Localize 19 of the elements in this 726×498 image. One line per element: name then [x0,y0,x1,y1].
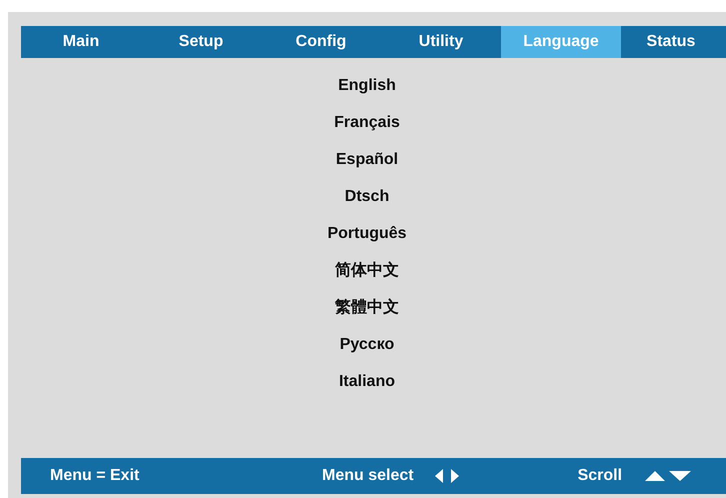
language-option[interactable]: English [334,76,400,113]
menu-tab[interactable]: Main [21,26,141,58]
language-option[interactable]: Русско [336,335,398,372]
language-option[interactable]: Italiano [334,372,399,409]
language-option[interactable]: 简体中文 [331,261,403,298]
language-option[interactable]: Dtsch [340,187,394,224]
language-option[interactable]: Español [332,150,402,187]
exit-hint: Menu = Exit [50,467,140,485]
select-hint: Menu select [322,467,414,485]
left-right-arrows-icon [434,468,460,484]
menu-tab[interactable]: Utility [381,26,501,58]
menu-tab[interactable]: Config [261,26,381,58]
language-option[interactable]: Français [330,113,404,150]
up-down-arrows-icon [645,470,692,482]
scroll-hint: Scroll [578,467,622,485]
language-option[interactable]: Português [323,224,411,261]
menu-tab[interactable]: Status [621,26,721,58]
menu-tab[interactable]: Setup [141,26,261,58]
language-option[interactable]: 繁體中文 [331,298,403,335]
